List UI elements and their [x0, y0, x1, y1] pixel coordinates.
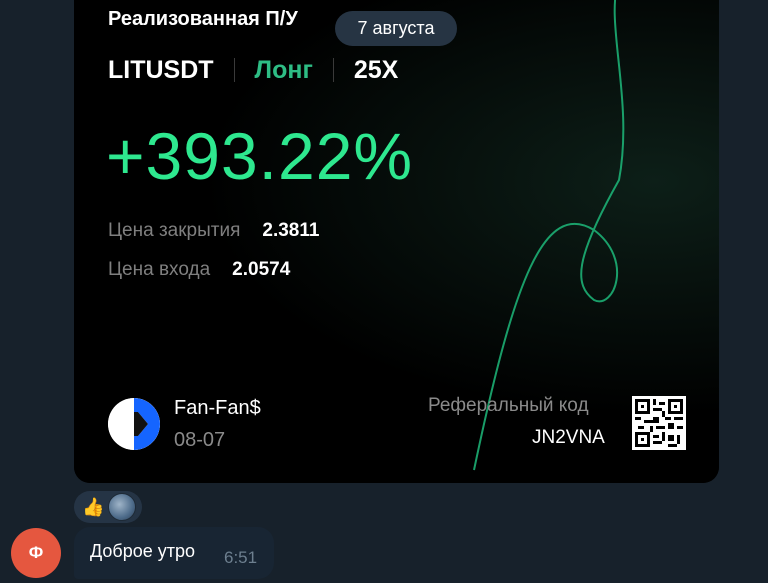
user-date: 08-07	[174, 429, 226, 451]
divider	[233, 58, 235, 82]
close-price-value: 2.3811	[262, 220, 320, 241]
position-summary: LITUSDT Лонг 25X	[108, 55, 398, 85]
divider	[332, 58, 334, 82]
referral-label: Реферальный код	[428, 395, 589, 416]
message-bubble[interactable]: Доброе утро 6:51	[74, 527, 274, 579]
date-separator-pill: 7 августа	[335, 11, 457, 46]
card-title: Реализованная П/У	[108, 8, 298, 30]
user-name: Fan-Fan$	[174, 397, 261, 419]
trading-pair: LITUSDT	[108, 55, 214, 84]
message-text: Доброе утро	[90, 541, 196, 561]
qr-code-icon	[632, 396, 686, 450]
entry-price-value: 2.0574	[232, 259, 291, 280]
message-time: 6:51	[224, 548, 258, 567]
sender-avatar[interactable]: Ф	[11, 528, 61, 578]
position-side: Лонг	[254, 55, 313, 84]
reactions-bar[interactable]: 👍	[74, 491, 142, 523]
reactor-avatar	[108, 493, 137, 521]
leverage: 25X	[353, 55, 399, 84]
entry-price-row: Цена входа 2.0574	[108, 257, 290, 283]
circle-logo-icon	[108, 398, 160, 450]
thumbs-up-icon[interactable]: 👍	[82, 498, 104, 516]
close-price-label: Цена закрытия	[108, 220, 241, 241]
referral-code: JN2VNA	[532, 427, 605, 448]
close-price-row: Цена закрытия 2.3811	[108, 218, 319, 244]
entry-price-label: Цена входа	[108, 259, 211, 280]
pnl-percent: +393.22%	[106, 119, 414, 193]
